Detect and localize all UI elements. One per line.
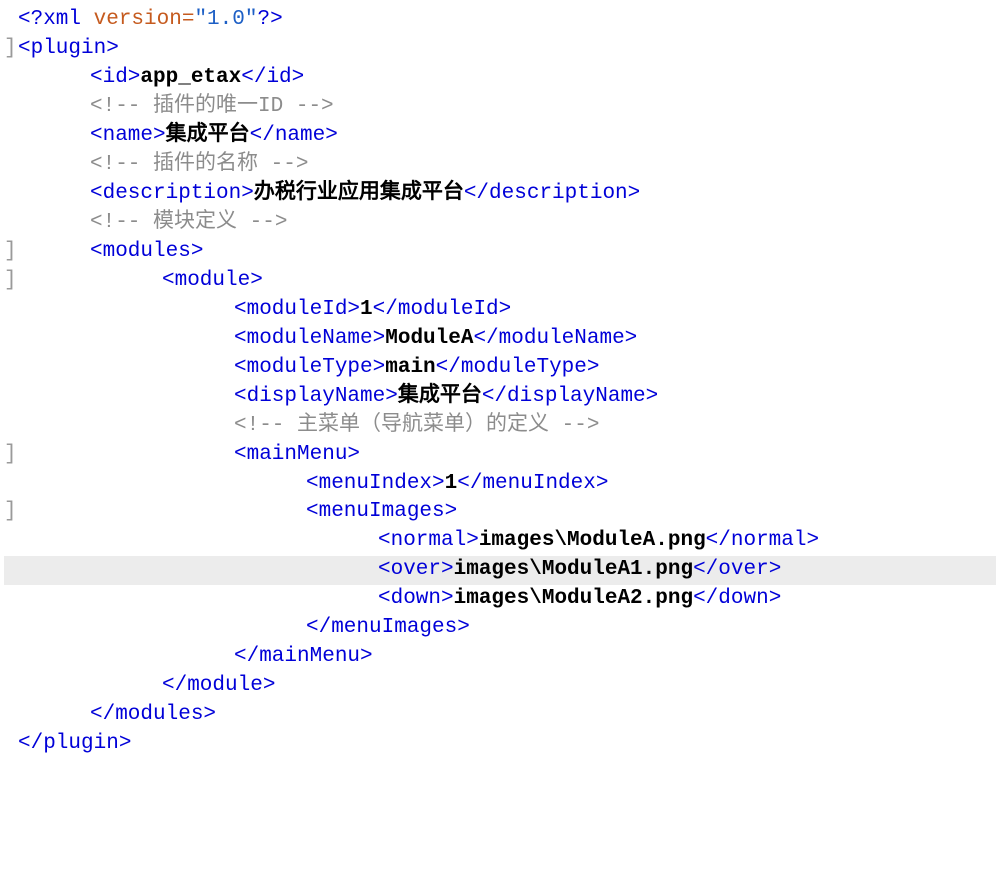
tag-modules-open: <modules> — [90, 240, 203, 263]
fold-gutter: ] — [4, 498, 18, 527]
tag-down-open: <down> — [378, 587, 454, 610]
code-line: <?xml version="1.0"?> — [4, 6, 996, 35]
val-moduletype: main — [385, 356, 435, 379]
code-line: <moduleId>1</moduleId> — [4, 296, 996, 325]
val-moduleid: 1 — [360, 298, 373, 321]
tag-module-open: <module> — [162, 269, 263, 292]
code-line: </plugin> — [4, 730, 996, 759]
xml-attr-name: version= — [94, 8, 195, 31]
val-description: 办税行业应用集成平台 — [254, 182, 464, 205]
comment-open: <!-- — [234, 414, 297, 437]
code-line: <description>办税行业应用集成平台</description> — [4, 180, 996, 209]
fold-gutter: ] — [4, 35, 18, 64]
val-name: 集成平台 — [166, 124, 250, 147]
val-displayname: 集成平台 — [398, 385, 482, 408]
tag-module-close: </module> — [162, 674, 275, 697]
comment-close: --> — [283, 95, 333, 118]
comment-text: 插件的名称 — [153, 153, 258, 176]
code-line: </menuImages> — [4, 614, 996, 643]
xml-decl-open: <?xml — [18, 8, 94, 31]
tag-moduletype-open: <moduleType> — [234, 356, 385, 379]
comment-open: <!-- — [90, 153, 153, 176]
tag-moduleid-close: </moduleId> — [373, 298, 512, 321]
tag-normal-open: <normal> — [378, 529, 479, 552]
tag-over-close: </over> — [693, 558, 781, 581]
tag-plugin-close: </plugin> — [18, 732, 131, 755]
comment-text: 模块定义 — [153, 211, 237, 234]
code-line: </module> — [4, 672, 996, 701]
tag-moduleid-open: <moduleId> — [234, 298, 360, 321]
code-line-highlighted: <over>images\ModuleA1.png</over> — [4, 556, 996, 585]
tag-name-open: <name> — [90, 124, 166, 147]
tag-menuindex-open: <menuIndex> — [306, 472, 445, 495]
code-block: <?xml version="1.0"?> ]<plugin> <id>app_… — [4, 6, 996, 759]
val-normal: images\ModuleA.png — [479, 529, 706, 552]
tag-modulename-close: </moduleName> — [473, 327, 637, 350]
fold-gutter: ] — [4, 441, 18, 470]
val-down: images\ModuleA2.png — [454, 587, 693, 610]
code-line: <!-- 主菜单（导航菜单）的定义 --> — [4, 412, 996, 441]
comment-close: --> — [549, 414, 599, 437]
tag-moduletype-close: </moduleType> — [436, 356, 600, 379]
fold-gutter: ] — [4, 238, 18, 267]
code-line: ]<plugin> — [4, 35, 996, 64]
tag-name-close: </name> — [250, 124, 338, 147]
tag-modules-close: </modules> — [90, 703, 216, 726]
code-line: <id>app_etax</id> — [4, 64, 996, 93]
tag-menuindex-close: </menuIndex> — [457, 472, 608, 495]
code-line: <displayName>集成平台</displayName> — [4, 383, 996, 412]
code-line: ] <modules> — [4, 238, 996, 267]
tag-down-close: </down> — [693, 587, 781, 610]
tag-mainmenu-open: <mainMenu> — [234, 443, 360, 466]
tag-description-open: <description> — [90, 182, 254, 205]
code-line: <!-- 插件的唯一ID --> — [4, 93, 996, 122]
code-line: <name>集成平台</name> — [4, 122, 996, 151]
tag-over-open: <over> — [378, 558, 454, 581]
code-line: <menuIndex>1</menuIndex> — [4, 470, 996, 499]
code-line: </modules> — [4, 701, 996, 730]
tag-plugin-open: <plugin> — [18, 37, 119, 60]
val-modulename: ModuleA — [385, 327, 473, 350]
code-line: ] <mainMenu> — [4, 441, 996, 470]
val-over: images\ModuleA1.png — [454, 558, 693, 581]
tag-menuimages-open: <menuImages> — [306, 500, 457, 523]
code-line: </mainMenu> — [4, 643, 996, 672]
code-line: <!-- 插件的名称 --> — [4, 151, 996, 180]
code-line: <normal>images\ModuleA.png</normal> — [4, 527, 996, 556]
tag-description-close: </description> — [464, 182, 640, 205]
xml-decl-close: ?> — [257, 8, 282, 31]
comment-open: <!-- — [90, 211, 153, 234]
comment-close: --> — [237, 211, 287, 234]
val-menuindex: 1 — [445, 472, 458, 495]
comment-text: 主菜单（导航菜单）的定义 — [297, 414, 549, 437]
val-id: app_etax — [140, 66, 241, 89]
code-line: <moduleName>ModuleA</moduleName> — [4, 325, 996, 354]
comment-close: --> — [258, 153, 308, 176]
comment-text: 插件的唯一ID — [153, 95, 283, 118]
tag-displayname-open: <displayName> — [234, 385, 398, 408]
tag-id-close: </id> — [241, 66, 304, 89]
code-line: <!-- 模块定义 --> — [4, 209, 996, 238]
code-line: <down>images\ModuleA2.png</down> — [4, 585, 996, 614]
tag-normal-close: </normal> — [706, 529, 819, 552]
tag-modulename-open: <moduleName> — [234, 327, 385, 350]
code-line: ] <module> — [4, 267, 996, 296]
comment-open: <!-- — [90, 95, 153, 118]
fold-gutter: ] — [4, 267, 18, 296]
code-line: <moduleType>main</moduleType> — [4, 354, 996, 383]
code-line: ] <menuImages> — [4, 498, 996, 527]
tag-id-open: <id> — [90, 66, 140, 89]
tag-displayname-close: </displayName> — [482, 385, 658, 408]
tag-mainmenu-close: </mainMenu> — [234, 645, 373, 668]
xml-attr-value: "1.0" — [194, 8, 257, 31]
tag-menuimages-close: </menuImages> — [306, 616, 470, 639]
